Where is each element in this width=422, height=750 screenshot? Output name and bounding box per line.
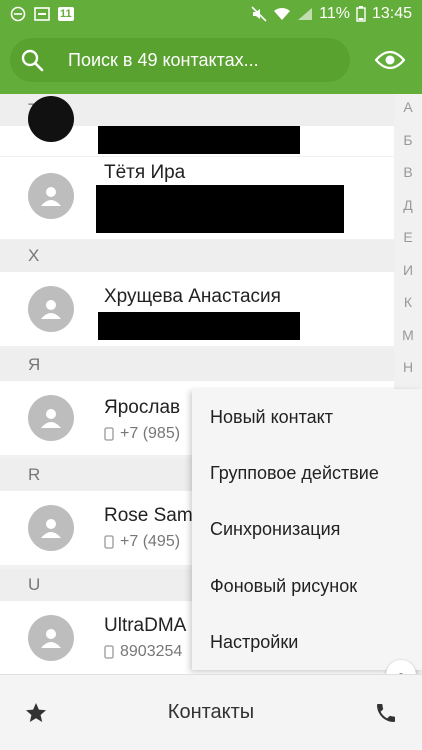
avatar <box>28 286 74 332</box>
minus-circle-icon <box>10 6 26 22</box>
menu-item-new-contact[interactable]: Новый контакт <box>192 389 422 445</box>
avatar <box>28 505 74 551</box>
list-item[interactable] <box>0 96 394 156</box>
star-icon[interactable] <box>24 701 48 730</box>
status-bar: 11 11% 13:45 <box>0 0 422 28</box>
search-placeholder: Поиск в 49 контактах... <box>68 49 259 70</box>
clock: 13:45 <box>371 5 412 22</box>
index-letter[interactable]: А <box>394 94 422 127</box>
index-letter[interactable]: М <box>394 322 422 355</box>
index-letter[interactable]: К <box>394 289 422 322</box>
index-letter[interactable]: Е <box>394 224 422 257</box>
index-letter[interactable]: Б <box>394 127 422 160</box>
contact-name: UltraDMA <box>104 615 187 636</box>
avatar <box>28 615 74 661</box>
bottom-title[interactable]: Контакты <box>168 701 254 724</box>
contact-phone-number: +7 (985) <box>120 425 181 442</box>
alphabet-index[interactable]: А Б В Д Е И К М Н <box>394 94 422 387</box>
index-letter[interactable]: И <box>394 257 422 290</box>
section-header: Х <box>0 240 394 272</box>
list-item[interactable]: Хрущева Анастасия <box>0 272 394 346</box>
section-header: Я <box>0 349 394 381</box>
mute-icon <box>251 6 267 22</box>
redacted-block <box>96 185 344 233</box>
overflow-menu: Новый контакт Групповое действие Синхрон… <box>192 389 422 670</box>
signal-icon <box>297 7 313 21</box>
avatar <box>28 395 74 441</box>
contact-phone: +7 (985) <box>104 425 180 443</box>
menu-item-sync[interactable]: Синхронизация <box>192 501 422 557</box>
redacted-block <box>98 126 300 154</box>
contact-phone-number: 8903254 <box>120 643 183 660</box>
image-icon <box>34 7 50 21</box>
mobile-icon <box>104 427 114 441</box>
search-input[interactable]: Поиск в 49 контактах... <box>10 38 350 82</box>
index-letter[interactable]: Д <box>394 192 422 225</box>
search-icon <box>12 38 52 82</box>
list-item[interactable]: Тётя Ира <box>0 157 394 239</box>
battery-percent: 11% <box>319 5 350 22</box>
battery-icon <box>356 6 366 22</box>
menu-item-group-action[interactable]: Групповое действие <box>192 445 422 501</box>
contact-phone: 8903254 <box>104 643 182 661</box>
contact-name: Ярослав <box>104 397 181 418</box>
menu-item-wallpaper[interactable]: Фоновый рисунок <box>192 558 422 614</box>
contact-name: Хрущева Анастасия <box>104 286 281 307</box>
index-letter[interactable]: В <box>394 159 422 192</box>
contact-phone-number: +7 (495) <box>120 533 181 550</box>
mobile-icon <box>104 535 114 549</box>
redacted-block <box>98 312 300 340</box>
notification-badge: 11 <box>58 7 74 21</box>
wifi-icon <box>273 7 291 21</box>
avatar <box>28 96 74 142</box>
index-letter[interactable]: Н <box>394 354 422 387</box>
menu-item-settings[interactable]: Настройки <box>192 614 422 670</box>
bottom-bar: Контакты <box>0 674 422 750</box>
contact-name: Rose Sam <box>104 505 193 526</box>
eye-icon[interactable] <box>374 46 406 74</box>
phone-icon[interactable] <box>374 701 398 730</box>
avatar <box>28 173 74 219</box>
search-bar: Поиск в 49 контактах... <box>0 28 422 94</box>
contact-name: Тётя Ира <box>104 162 186 183</box>
contact-phone: +7 (495) <box>104 533 180 551</box>
mobile-icon <box>104 645 114 659</box>
